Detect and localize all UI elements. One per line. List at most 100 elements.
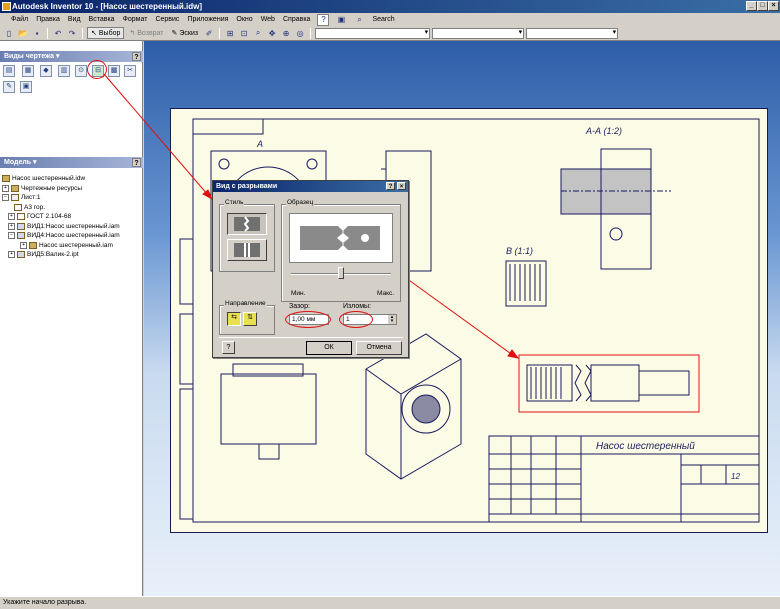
structural-style-button[interactable] — [227, 239, 267, 261]
ok-button[interactable]: ОК — [306, 341, 352, 355]
menu-insert[interactable]: Вставка — [88, 16, 116, 23]
menu-format[interactable]: Формат — [122, 16, 149, 23]
zoom-window-icon[interactable]: ⊡ — [238, 27, 250, 39]
help-button[interactable]: ? — [222, 341, 235, 354]
shaft-end — [638, 370, 690, 396]
return-button[interactable]: ↰ Возврат — [126, 27, 166, 39]
menu-edit[interactable]: Правка — [35, 16, 61, 23]
pan-icon[interactable]: ✥ — [266, 27, 278, 39]
collapse-icon[interactable]: − — [8, 232, 15, 240]
menu-file[interactable]: Файл — [10, 16, 29, 23]
tree-item[interactable]: + ВИД5:Валик-2.ipt — [2, 250, 120, 260]
auxiliary-view-icon[interactable]: ◆ — [40, 65, 52, 77]
drawing-views-header[interactable]: Виды чертежа ▾ ? — [0, 51, 143, 62]
dialog-help-icon[interactable]: ? — [386, 182, 395, 190]
expand-icon[interactable]: + — [2, 184, 9, 192]
model-header[interactable]: Модель ▾ ? — [0, 157, 143, 168]
undo-icon[interactable]: ↶ — [52, 27, 64, 39]
divider — [219, 337, 403, 338]
save-icon[interactable]: ▪ — [31, 27, 43, 39]
close-button[interactable]: × — [768, 1, 779, 11]
cancel-button[interactable]: Отмена — [356, 341, 402, 355]
menu-web[interactable]: Web — [260, 16, 276, 23]
sheet-number: 12 — [731, 472, 740, 481]
tree-item[interactable]: + Насос шестеренный.iam — [2, 241, 120, 251]
slice-view-icon[interactable]: ✂ — [124, 65, 136, 77]
base-view-icon[interactable]: ▤ — [3, 65, 15, 77]
look-at-icon[interactable]: ◎ — [294, 27, 306, 39]
bolt-hole — [218, 158, 230, 170]
projected-view-icon[interactable]: ▦ — [22, 65, 34, 77]
separator — [219, 27, 221, 39]
pencil-icon[interactable]: ✐ — [203, 27, 215, 39]
tree-item[interactable]: + Чертежные ресурсы — [2, 184, 120, 194]
tree-item[interactable]: + ГОСТ 2.104-68 — [2, 212, 120, 222]
status-text: Укажите начало разрыва. — [3, 599, 87, 606]
tree-item[interactable]: + ВИД1:Насос шестеренный.iam — [2, 222, 120, 232]
detail-label: В (1:1) — [506, 246, 533, 256]
gap-slider-thumb[interactable] — [338, 267, 344, 279]
menu-applications[interactable]: Приложения — [186, 16, 229, 23]
break-view-dialog: Вид с разрывами ? × Стиль Образец Мин. М… — [212, 180, 409, 358]
menu-view[interactable]: Вид — [67, 16, 82, 23]
minimize-button[interactable]: _ — [746, 1, 757, 11]
tree-item[interactable]: А3 гор. — [2, 203, 120, 213]
draft-view-icon[interactable]: ✎ — [3, 81, 15, 93]
section-label: А-А (1:2) — [585, 126, 622, 136]
standard-toolbar: ▯ 📂 ▪ ↶ ↷ ↖ Выбор ↰ Возврат ✎ Эскиз ✐ ⊞ ⊡ ⌕… — [0, 26, 780, 41]
maximize-button[interactable]: □ — [757, 1, 768, 11]
open-icon[interactable]: 📂 — [17, 27, 29, 39]
vertical-direction-button[interactable]: ⇅ — [243, 312, 257, 326]
view-a-label: А — [256, 139, 263, 149]
collapse-icon[interactable]: − — [2, 194, 9, 202]
expand-icon[interactable]: + — [8, 251, 15, 259]
menu-tools[interactable]: Сервис — [154, 16, 180, 23]
overlay-view-icon[interactable]: ▣ — [20, 81, 32, 93]
status-bar: Укажите начало разрыва. — [0, 596, 780, 608]
zoom-icon[interactable]: ⌕ — [252, 27, 264, 39]
color-combo[interactable] — [526, 27, 619, 39]
expand-icon[interactable]: + — [20, 241, 27, 249]
broken-out-view-icon[interactable]: ▩ — [108, 65, 120, 77]
bearing — [609, 227, 623, 241]
spin-arrows-icon[interactable]: ▴ ▾ — [388, 315, 396, 324]
tree-item[interactable]: − Лист:1 — [2, 193, 120, 203]
horizontal-direction-button[interactable]: ⇆ — [227, 312, 241, 326]
section-view-icon[interactable]: ▥ — [58, 65, 70, 77]
sketch-button[interactable]: ✎ Эскиз — [169, 27, 202, 39]
annotation-ellipse — [339, 311, 373, 328]
break-line — [574, 364, 582, 402]
style-combo[interactable] — [315, 27, 431, 39]
select-button[interactable]: ↖ Выбор — [87, 27, 125, 39]
zoom-selected-icon[interactable]: ⊕ — [280, 27, 292, 39]
help-icon[interactable]: ? — [317, 13, 330, 26]
sheet-format-icon — [14, 203, 22, 211]
rectangular-style-button[interactable] — [227, 213, 267, 235]
min-label: Мин. — [291, 290, 306, 297]
lower-view — [220, 373, 317, 445]
tree-item[interactable]: − ВИД4:Насос шестеренный.iam — [2, 231, 120, 241]
tool-icon[interactable]: ▣ — [335, 14, 347, 26]
shaft-body — [590, 364, 640, 402]
sample-preview — [289, 213, 393, 263]
menu-window[interactable]: Окно — [235, 16, 253, 23]
expand-icon[interactable]: + — [8, 213, 15, 221]
shaft-splined — [526, 364, 573, 402]
gear-teeth — [509, 264, 541, 301]
menu-help[interactable]: Справка — [282, 16, 311, 23]
zoom-all-icon[interactable]: ⊞ — [224, 27, 236, 39]
tree-item[interactable]: Насос шестеренный.idw — [2, 174, 120, 184]
help-icon[interactable]: ? — [132, 158, 141, 167]
dialog-title-bar[interactable]: Вид с разрывами ? × — [213, 181, 408, 192]
dialog-close-icon[interactable]: × — [397, 182, 406, 190]
detail-view-icon[interactable]: ⊙ — [75, 65, 87, 77]
search-icon[interactable]: ⌕ — [353, 14, 365, 26]
help-icon[interactable]: ? — [132, 52, 141, 61]
new-icon[interactable]: ▯ — [3, 27, 15, 39]
layer-combo[interactable] — [432, 27, 525, 39]
redo-icon[interactable]: ↷ — [66, 27, 78, 39]
view-icon — [17, 251, 25, 259]
expand-icon[interactable]: + — [8, 222, 15, 230]
max-label: Макс. — [377, 290, 395, 297]
search-link[interactable]: Search — [371, 16, 395, 23]
